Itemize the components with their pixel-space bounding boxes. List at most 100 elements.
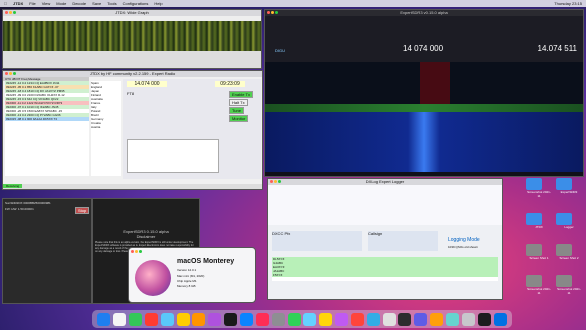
desktop-icon[interactable]: Screenshot 2021-11 xyxy=(526,275,554,306)
menu-tools[interactable]: Tools xyxy=(107,1,116,6)
log-table: DL5XYZ G4ABC EA3XYZ JA1ABC F5XYZ xyxy=(272,257,498,281)
menu-mode[interactable]: Mode xyxy=(56,1,66,6)
waterfall-window: JTDX: Wide Graph xyxy=(2,9,262,69)
about-mac-window: macOS Monterey Version 12.0.1 Mac mini (… xyxy=(128,247,256,303)
zoom-icon[interactable] xyxy=(13,11,16,14)
close-icon[interactable] xyxy=(5,11,8,14)
enable-tx-button[interactable]: Enable Tx xyxy=(229,91,253,98)
decode-row[interactable]: 092315 -08 0.1 900 9A1AA DK5XX 73 xyxy=(5,117,58,121)
dock-app-icon[interactable] xyxy=(160,312,174,326)
waterfall-title: JTDX: Wide Graph xyxy=(115,10,149,15)
decode-list: 092245 -12 0.2 1234 CQ EA3BOX JN11 09224… xyxy=(5,81,89,176)
dock-app-icon[interactable] xyxy=(129,312,143,326)
dock-app-icon[interactable] xyxy=(366,312,380,326)
menu-configurations[interactable]: Configurations xyxy=(123,1,149,6)
dock-app-icon[interactable] xyxy=(350,312,364,326)
expertsdr-toolbar: 14 074 000 14.074 511 DIGU xyxy=(265,16,583,62)
dock-app-icon[interactable] xyxy=(113,312,127,326)
minimize-icon[interactable] xyxy=(274,180,277,183)
dock-app-icon[interactable] xyxy=(208,312,222,326)
dock-app-icon[interactable] xyxy=(382,312,396,326)
control-panel: 14.074 000 09:23:09 FT8 Enable Tx Halt T… xyxy=(123,79,261,179)
dock-app-icon[interactable] xyxy=(97,312,111,326)
spectrum-display[interactable] xyxy=(265,62,583,112)
menu-file[interactable]: File xyxy=(29,1,35,6)
jtdx-titlebar: JTDX by HF community v2.2.159 - Expert R… xyxy=(3,71,262,77)
monitor-button[interactable]: Monitor xyxy=(229,115,249,122)
jtdx-title: JTDX by HF community v2.2.159 - Expert R… xyxy=(89,71,176,76)
waterfall-controls xyxy=(3,51,261,68)
stop-button[interactable]: Stop xyxy=(75,207,90,214)
desktop-icon[interactable]: Logger xyxy=(556,213,584,240)
tune-button[interactable]: Tune xyxy=(229,107,244,114)
mac-model: Mac mini (M1, 2020) xyxy=(177,274,205,278)
menu-save[interactable]: Save xyxy=(92,1,101,6)
desktop-icons: Screenshot 2021-11 ExpertSDR3 JTDX Logge… xyxy=(526,178,584,306)
expertsdr-window: ExpertSDR3 v0.15.0 alpha 14 074 000 14.0… xyxy=(264,9,584,177)
zoom-icon[interactable] xyxy=(139,250,142,253)
desktop-icon[interactable]: Screenshot 2021-11 xyxy=(556,275,584,306)
minimize-icon[interactable] xyxy=(271,11,274,14)
screenshot-icon xyxy=(556,275,572,287)
menu-view[interactable]: View xyxy=(42,1,51,6)
zoom-icon[interactable] xyxy=(275,11,278,14)
menu-help[interactable]: Help xyxy=(154,1,162,6)
dock-app-icon[interactable] xyxy=(461,312,475,326)
minimize-icon[interactable] xyxy=(9,11,12,14)
dock xyxy=(92,310,512,328)
minimize-icon[interactable] xyxy=(135,250,138,253)
close-icon[interactable] xyxy=(131,250,134,253)
app-menu[interactable]: JTDX xyxy=(13,1,23,6)
desktop-icon[interactable]: ExpertSDR3 xyxy=(556,178,584,209)
desktop-icon[interactable]: Screen Shot 2 xyxy=(556,244,584,271)
waterfall-display[interactable] xyxy=(3,21,261,51)
dock-app-icon[interactable] xyxy=(287,312,301,326)
dock-app-icon[interactable] xyxy=(335,312,349,326)
screenshot-icon xyxy=(526,244,542,256)
dock-app-icon[interactable] xyxy=(176,312,190,326)
dock-app-icon[interactable] xyxy=(398,312,412,326)
dock-app-icon[interactable] xyxy=(493,312,507,326)
vfo-frequency[interactable]: 14 074 000 xyxy=(403,44,443,53)
zoom-icon[interactable] xyxy=(13,72,16,75)
expertsdr-title: ExpertSDR3 v0.15.0 alpha xyxy=(400,10,448,15)
desktop-icon[interactable]: JTDX xyxy=(526,213,554,240)
logging-mode-line: 1039 QSOs old shown xyxy=(448,245,479,249)
dock-app-icon[interactable] xyxy=(430,312,444,326)
dock-app-icon[interactable] xyxy=(319,312,333,326)
dock-app-icon[interactable] xyxy=(192,312,206,326)
country-item: Austria xyxy=(91,125,101,129)
desktop-icon[interactable]: Screenshot 2021-11 xyxy=(526,178,554,209)
dock-app-icon[interactable] xyxy=(144,312,158,326)
time-display: 09:23:09 xyxy=(215,81,245,87)
vfo-frequency-right[interactable]: 14.074 511 xyxy=(538,44,577,53)
dock-app-icon[interactable] xyxy=(414,312,428,326)
country-list: Spain England Japan Finland Australia Fr… xyxy=(91,81,121,176)
folder-icon xyxy=(556,213,572,225)
log-row[interactable]: F5XYZ xyxy=(272,273,283,277)
apple-menu-icon[interactable]:  xyxy=(4,1,7,6)
jtdx-main-window: JTDX by HF community v2.2.159 - Expert R… xyxy=(2,70,263,190)
disclaimer-title: ExpertSDR3 0.15.0 alpha xyxy=(123,229,169,234)
close-icon[interactable] xyxy=(5,72,8,75)
monterey-logo xyxy=(135,260,171,296)
os-title: macOS Monterey xyxy=(177,258,235,265)
spectrum-waterfall[interactable] xyxy=(265,112,583,172)
dock-app-icon[interactable] xyxy=(303,312,317,326)
close-icon[interactable] xyxy=(270,180,273,183)
callsign-section: Callsign xyxy=(368,231,438,251)
halt-tx-button[interactable]: Halt Tx xyxy=(229,99,248,106)
menu-decode[interactable]: Decode xyxy=(72,1,86,6)
dock-app-icon[interactable] xyxy=(445,312,459,326)
dock-app-icon[interactable] xyxy=(240,312,254,326)
desktop-icon[interactable]: Screen Shot 1 xyxy=(526,244,554,271)
dock-app-icon[interactable] xyxy=(477,312,491,326)
dock-app-icon[interactable] xyxy=(255,312,269,326)
mode-label[interactable]: DIGU xyxy=(275,48,285,53)
zoom-icon[interactable] xyxy=(278,180,281,183)
logger-window: DXLog Expert Logger DXCC Pfx Callsign Lo… xyxy=(267,178,503,300)
dock-app-icon[interactable] xyxy=(271,312,285,326)
dock-app-icon[interactable] xyxy=(224,312,238,326)
close-icon[interactable] xyxy=(267,11,270,14)
minimize-icon[interactable] xyxy=(9,72,12,75)
